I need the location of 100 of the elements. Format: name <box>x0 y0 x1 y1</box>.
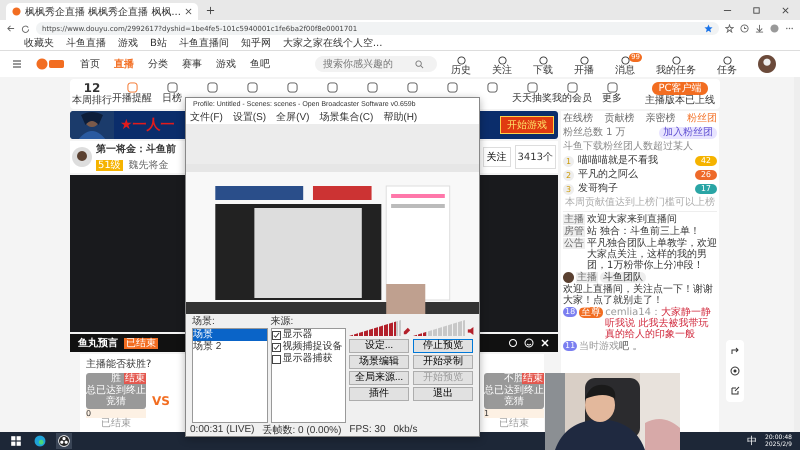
menu-item[interactable]: 帮助(H) <box>383 112 418 124</box>
toolbar-item[interactable]: 我的会员 <box>552 82 592 106</box>
source-item[interactable]: 显示器捕获 <box>282 353 332 365</box>
header-action[interactable]: 下载 <box>533 52 560 76</box>
windows-icon[interactable] <box>8 433 24 449</box>
prediction-option[interactable]: 不胜结束 总已达到终止竞猜 <box>484 373 544 409</box>
scenes-label: 场景: <box>192 316 216 328</box>
chat-message: cemlia14：大家静一静听我说 此我去被我带玩真的给人的印象一般 <box>605 307 712 340</box>
fan-name[interactable]: 喵喵喵就是不看我 <box>578 155 691 167</box>
checkbox[interactable] <box>272 354 280 364</box>
smiley-icon[interactable] <box>524 338 534 348</box>
nav-tab[interactable]: 赛事 <box>182 57 202 71</box>
obs-button[interactable]: 停止预览 <box>413 339 473 353</box>
toolbar-item[interactable]: 天天抽奖 <box>512 82 552 106</box>
prediction-logo: 鱼丸预言 <box>78 336 118 350</box>
toolbar-item[interactable]: 日榜 <box>152 82 192 106</box>
notice-text: 平凡独合团队上单教学，欢迎大家点关注，这样的我的男团，1万粉带你上分冲段！ <box>587 238 717 271</box>
toolbar-item[interactable]: 更多 <box>592 82 632 106</box>
rank-number: 3 <box>563 184 574 194</box>
notice-text: 欢迎大家来到直播间 <box>587 214 677 225</box>
history-icon[interactable] <box>740 24 749 33</box>
bookmark[interactable]: B站 <box>150 38 167 50</box>
avatar-icon[interactable] <box>758 55 776 73</box>
obs-button[interactable]: 退出 <box>413 387 473 401</box>
favorites-icon[interactable] <box>725 24 734 33</box>
scene-item[interactable]: 场景 <box>193 329 266 341</box>
menu-item[interactable]: 设置(S) <box>232 112 266 124</box>
toolbar-item[interactable]: 开播提醒 <box>112 82 152 106</box>
source-item[interactable]: 显示器 <box>282 329 312 341</box>
nav-tab[interactable]: 分类 <box>148 57 168 71</box>
bookmark[interactable]: 大家之家在线个人空... <box>282 38 382 50</box>
edit-icon[interactable] <box>730 386 740 396</box>
menu-icon[interactable] <box>12 59 22 69</box>
notice-tag: 主播 <box>563 214 585 225</box>
prediction-option[interactable]: 胜 结束 总已达到终止竞猜 <box>86 373 146 409</box>
rank-number: 12 <box>84 82 100 94</box>
bookmark[interactable]: 知乎网 <box>240 38 271 50</box>
obs-button[interactable]: 开始录制 <box>413 355 473 369</box>
menu-item[interactable]: 全屏(V) <box>276 112 310 124</box>
header-action[interactable]: 任务 <box>717 52 744 76</box>
browser-tab[interactable]: 枫枫秀企直播 枫枫秀企直播 枫枫... <box>6 3 198 20</box>
ime-indicator[interactable]: 中 <box>747 434 758 448</box>
speaker-icon[interactable] <box>467 326 475 336</box>
new-tab-icon[interactable] <box>206 6 215 14</box>
star-icon[interactable] <box>704 24 713 33</box>
header-action[interactable]: 关注 <box>492 52 519 76</box>
share-icon[interactable] <box>730 346 740 356</box>
microphone-icon[interactable] <box>403 326 411 336</box>
checkbox[interactable] <box>272 342 280 352</box>
back-icon[interactable] <box>6 24 15 33</box>
option-tag: 结束 <box>124 373 146 384</box>
obs-button[interactable]: 场景编辑 <box>349 355 409 369</box>
obs-icon[interactable] <box>56 433 72 449</box>
welcome-message: 欢迎上直播间，关注点一下！谢谢大家！点了就别走了！ <box>563 284 714 306</box>
join-button[interactable]: 加入粉丝团 <box>659 127 717 139</box>
search-field[interactable]: 搜索你感兴趣的 <box>315 56 437 72</box>
bookmark[interactable]: 收藏夹 <box>24 38 54 50</box>
obs-button[interactable]: 全局来源... <box>349 371 409 385</box>
avatar-icon <box>72 147 92 167</box>
search-icon[interactable] <box>415 60 424 68</box>
start-game-button[interactable]: 开始游戏 <box>500 116 554 134</box>
source-item[interactable]: 视频捕捉设备 <box>282 341 342 353</box>
nav-tab[interactable]: 游戏 <box>216 57 236 71</box>
prediction-question: 主播能否获胜? <box>86 358 152 371</box>
bookmark[interactable]: 斗鱼直播间 <box>178 38 229 50</box>
browser-icon[interactable] <box>32 433 48 449</box>
ranking-tab[interactable]: 亲密榜 <box>646 113 676 125</box>
bookmark[interactable]: 斗鱼直播 <box>66 38 106 50</box>
follow-button[interactable]: 关注 <box>482 147 511 167</box>
obs-button[interactable]: 插件 <box>349 387 409 401</box>
notice-text: 站 独合：斗鱼前三上单！ <box>587 226 700 237</box>
logo-icon[interactable] <box>36 58 66 70</box>
header-action[interactable]: 历史 <box>451 52 478 76</box>
status-text: 0kb/s <box>394 424 418 435</box>
fan-name[interactable]: 发哥狗子 <box>578 183 691 195</box>
status-text: FPS: 30 <box>349 424 386 435</box>
fans-note: 斗鱼下载粉丝团人数超过某人 <box>563 141 694 153</box>
restore-icon[interactable] <box>752 6 761 14</box>
rank-number: 1 <box>563 156 574 166</box>
nav-tab[interactable]: 鱼吧 <box>250 57 270 71</box>
nav-tab[interactable]: 首页 <box>80 57 100 71</box>
menu-item[interactable]: 文件(F) <box>190 112 223 124</box>
streamer-name[interactable]: 魏先将金 <box>128 158 169 172</box>
header-action[interactable]: 开播 <box>574 52 601 76</box>
close-icon[interactable] <box>781 6 790 14</box>
obs-button[interactable]: 设定... <box>349 339 409 353</box>
header-action[interactable]: 我的任务 <box>656 52 703 76</box>
reload-icon[interactable] <box>21 24 30 33</box>
fan-name[interactable]: 平凡的之阿么 <box>578 169 691 181</box>
ranking-tab[interactable]: 贡献榜 <box>604 113 634 125</box>
checkbox[interactable] <box>272 330 280 340</box>
close-icon[interactable] <box>185 8 192 15</box>
menu-item[interactable]: 场景集合(C) <box>319 112 374 124</box>
scene-item[interactable]: 场景 2 <box>193 341 266 353</box>
level-badge: 51级 <box>96 160 123 170</box>
bookmark[interactable]: 游戏 <box>118 38 138 50</box>
team-name: 斗鱼团队 <box>600 272 646 283</box>
ranking-tab[interactable]: 在线榜 <box>563 113 593 125</box>
option-footer: 已结束 <box>484 418 544 429</box>
rank-label: 本周排行 <box>72 94 112 106</box>
